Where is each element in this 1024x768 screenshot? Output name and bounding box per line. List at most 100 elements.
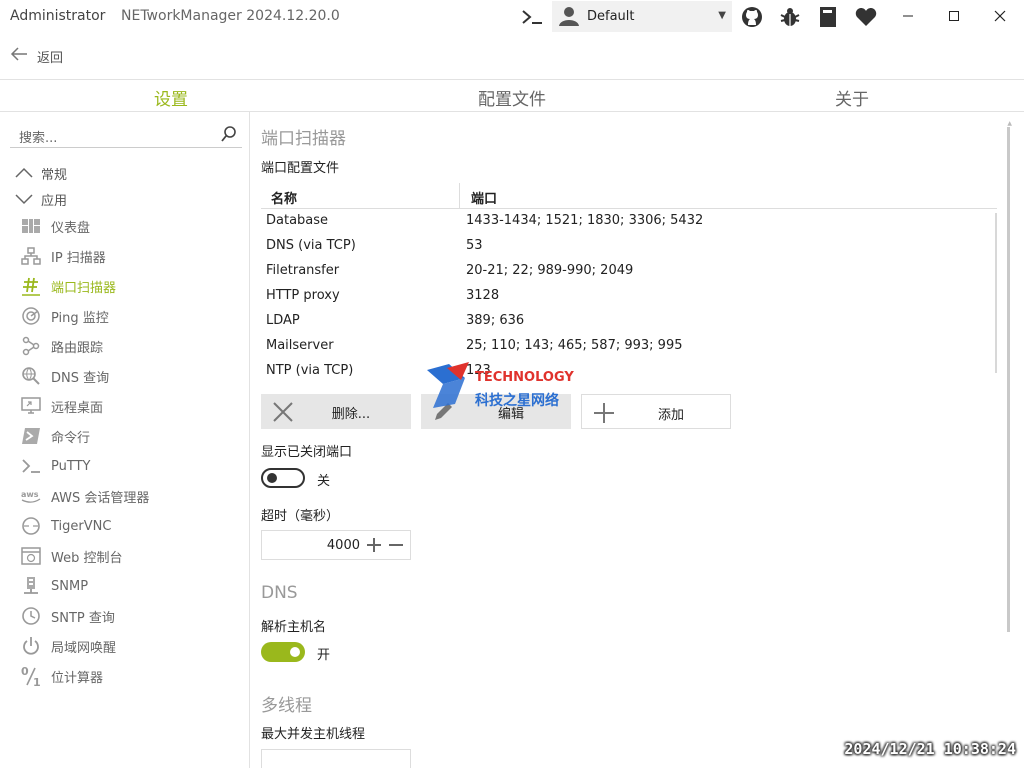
resolve-hostname-toggle[interactable] (261, 642, 305, 662)
admin-label: Administrator (10, 8, 106, 24)
capture-timestamp: 2024/12/21 10:38:24 (844, 740, 1016, 758)
back-label: 返回 (37, 51, 64, 66)
sidebar-item-bit-calculator[interactable]: 01 位计算器 (20, 663, 103, 689)
group-general-label: 常规 (41, 167, 68, 183)
powershell-icon[interactable] (519, 4, 545, 30)
sidebar-item-ping-monitor[interactable]: Ping 监控 (20, 303, 109, 329)
title-bar: Administrator NETworkManager 2024.12.20.… (0, 0, 1024, 34)
vnc-icon (20, 515, 42, 537)
port-scanner-settings: 端口扫描器 端口配置文件 名称 端口 Database 1433-1434; 1… (251, 112, 1024, 768)
search-field[interactable]: 搜索... (10, 122, 242, 148)
sidebar-item-port-scanner[interactable]: 端口扫描器 (20, 273, 116, 299)
table-row[interactable]: Filetransfer 20-21; 22; 989-990; 2049 (261, 259, 997, 284)
sidebar-item-label: 路由跟踪 (51, 340, 104, 356)
table-row[interactable]: DNS (via TCP) 53 (261, 234, 997, 259)
cell-name: LDAP (266, 313, 300, 328)
sidebar-item-label: 远程桌面 (51, 400, 104, 416)
cell-name: Filetransfer (266, 263, 340, 278)
sidebar-item-dns-lookup[interactable]: DNS 查询 (20, 363, 109, 389)
cell-ports: 3128 (466, 288, 500, 303)
sidebar-item-label: 局域网唤醒 (51, 640, 117, 656)
heart-icon[interactable] (853, 4, 879, 30)
delete-button[interactable]: 删除... (261, 394, 411, 429)
sidebar-item-label: SNMP (51, 578, 89, 594)
dns-lookup-icon (20, 365, 42, 387)
watermark-text-cn: 科技之星网络 (475, 393, 559, 409)
cell-ports: 389; 636 (466, 313, 525, 328)
add-button[interactable]: 添加 (581, 394, 731, 429)
group-general[interactable]: 常规 (14, 162, 67, 184)
sidebar-item-traceroute[interactable]: 路由跟踪 (20, 333, 103, 359)
table-row[interactable]: LDAP 389; 636 (261, 309, 997, 334)
plus-icon[interactable] (364, 535, 384, 559)
search-input[interactable]: 搜索... (19, 127, 57, 146)
table-row[interactable]: Database 1433-1434; 1521; 1830; 3306; 54… (261, 209, 997, 234)
tab-profiles[interactable]: 配置文件 (412, 85, 612, 110)
sidebar-item-web-console[interactable]: Web 控制台 (20, 543, 122, 569)
settings-tabs: 设置 配置文件 关于 (0, 79, 1024, 112)
radar-icon (20, 305, 42, 327)
svg-text:1: 1 (33, 676, 41, 687)
minimize-button[interactable] (886, 0, 930, 32)
tab-about[interactable]: 关于 (752, 85, 952, 110)
show-closed-ports-toggle[interactable] (261, 468, 305, 488)
table-row[interactable]: NTP (via TCP) 123 (261, 359, 997, 384)
cell-name: NTP (via TCP) (266, 363, 354, 378)
main-scrollbar[interactable] (1007, 127, 1010, 632)
watermark-logo (427, 362, 469, 408)
sidebar-item-wake-on-lan[interactable]: 局域网唤醒 (20, 633, 116, 659)
maximize-button[interactable] (932, 0, 976, 32)
multithread-section-title: 多线程 (261, 696, 312, 716)
sidebar-item-label: IP 扫描器 (51, 250, 106, 266)
close-button[interactable] (978, 0, 1022, 32)
clock-icon (20, 605, 42, 627)
back-button[interactable]: 返回 (0, 40, 1024, 70)
table-row[interactable]: HTTP proxy 3128 (261, 284, 997, 309)
chevron-up-icon (15, 167, 33, 178)
toggle-knob (267, 473, 277, 483)
sidebar-item-sntp-lookup[interactable]: SNTP 查询 (20, 603, 115, 629)
profile-selector[interactable]: Default ▼ (552, 1, 732, 32)
sidebar-item-ip-scanner[interactable]: IP 扫描器 (20, 243, 106, 269)
tab-settings[interactable]: 设置 (71, 85, 271, 110)
sidebar-item-aws-session-manager[interactable]: aws AWS 会话管理器 (20, 483, 149, 509)
terminal-icon (20, 455, 42, 477)
scroll-up-icon[interactable]: ▲ (1007, 120, 1012, 127)
dns-section-title: DNS (261, 583, 298, 603)
sidebar-item-powershell[interactable]: 命令行 (20, 423, 90, 449)
sidebar-item-remote-desktop[interactable]: 远程桌面 (20, 393, 103, 419)
column-header-name[interactable]: 名称 (271, 188, 297, 207)
sidebar-item-dashboard[interactable]: 仪表盘 (20, 213, 90, 239)
sidebar-item-label: 仪表盘 (51, 220, 91, 236)
arrow-left-icon (10, 46, 28, 66)
column-header-ports[interactable]: 端口 (471, 188, 497, 207)
web-console-icon (20, 545, 42, 567)
table-scrollbar[interactable] (995, 213, 997, 373)
max-threads-stepper[interactable] (261, 749, 411, 768)
settings-sidebar: 搜索... 常规 应用 仪表盘 IP 扫描器 端口扫描器 Ping 监控 路由跟… (0, 112, 250, 768)
book-icon[interactable] (815, 4, 841, 30)
app-title: NETworkManager 2024.12.20.0 (121, 8, 340, 24)
sidebar-item-label: Ping 监控 (51, 310, 109, 326)
github-icon[interactable] (739, 4, 765, 30)
minus-icon[interactable] (386, 535, 406, 559)
bug-icon[interactable] (777, 4, 803, 30)
max-threads-label: 最大并发主机线程 (261, 727, 366, 742)
percent-icon: 01 (20, 665, 42, 687)
port-profiles-table: 名称 端口 Database 1433-1434; 1521; 1830; 33… (261, 183, 997, 378)
add-label: 添加 (657, 408, 684, 423)
network-icon (20, 245, 42, 267)
svg-text:aws: aws (21, 490, 39, 499)
sidebar-item-putty[interactable]: PuTTY (20, 453, 90, 479)
timeout-stepper[interactable]: 4000 (261, 530, 411, 560)
sidebar-item-tigervnc[interactable]: TigerVNC (20, 513, 111, 539)
route-icon (20, 335, 42, 357)
chevron-down-icon: ▼ (718, 10, 726, 21)
group-applications[interactable]: 应用 (14, 188, 67, 210)
sidebar-item-snmp[interactable]: SNMP (20, 573, 88, 599)
sidebar-item-label: AWS 会话管理器 (51, 490, 150, 506)
table-row[interactable]: Mailserver 25; 110; 143; 465; 587; 993; … (261, 334, 997, 359)
cell-ports: 1433-1434; 1521; 1830; 3306; 5432 (466, 213, 704, 228)
timeout-value[interactable]: 4000 (327, 538, 360, 553)
toggle-knob (290, 647, 300, 657)
